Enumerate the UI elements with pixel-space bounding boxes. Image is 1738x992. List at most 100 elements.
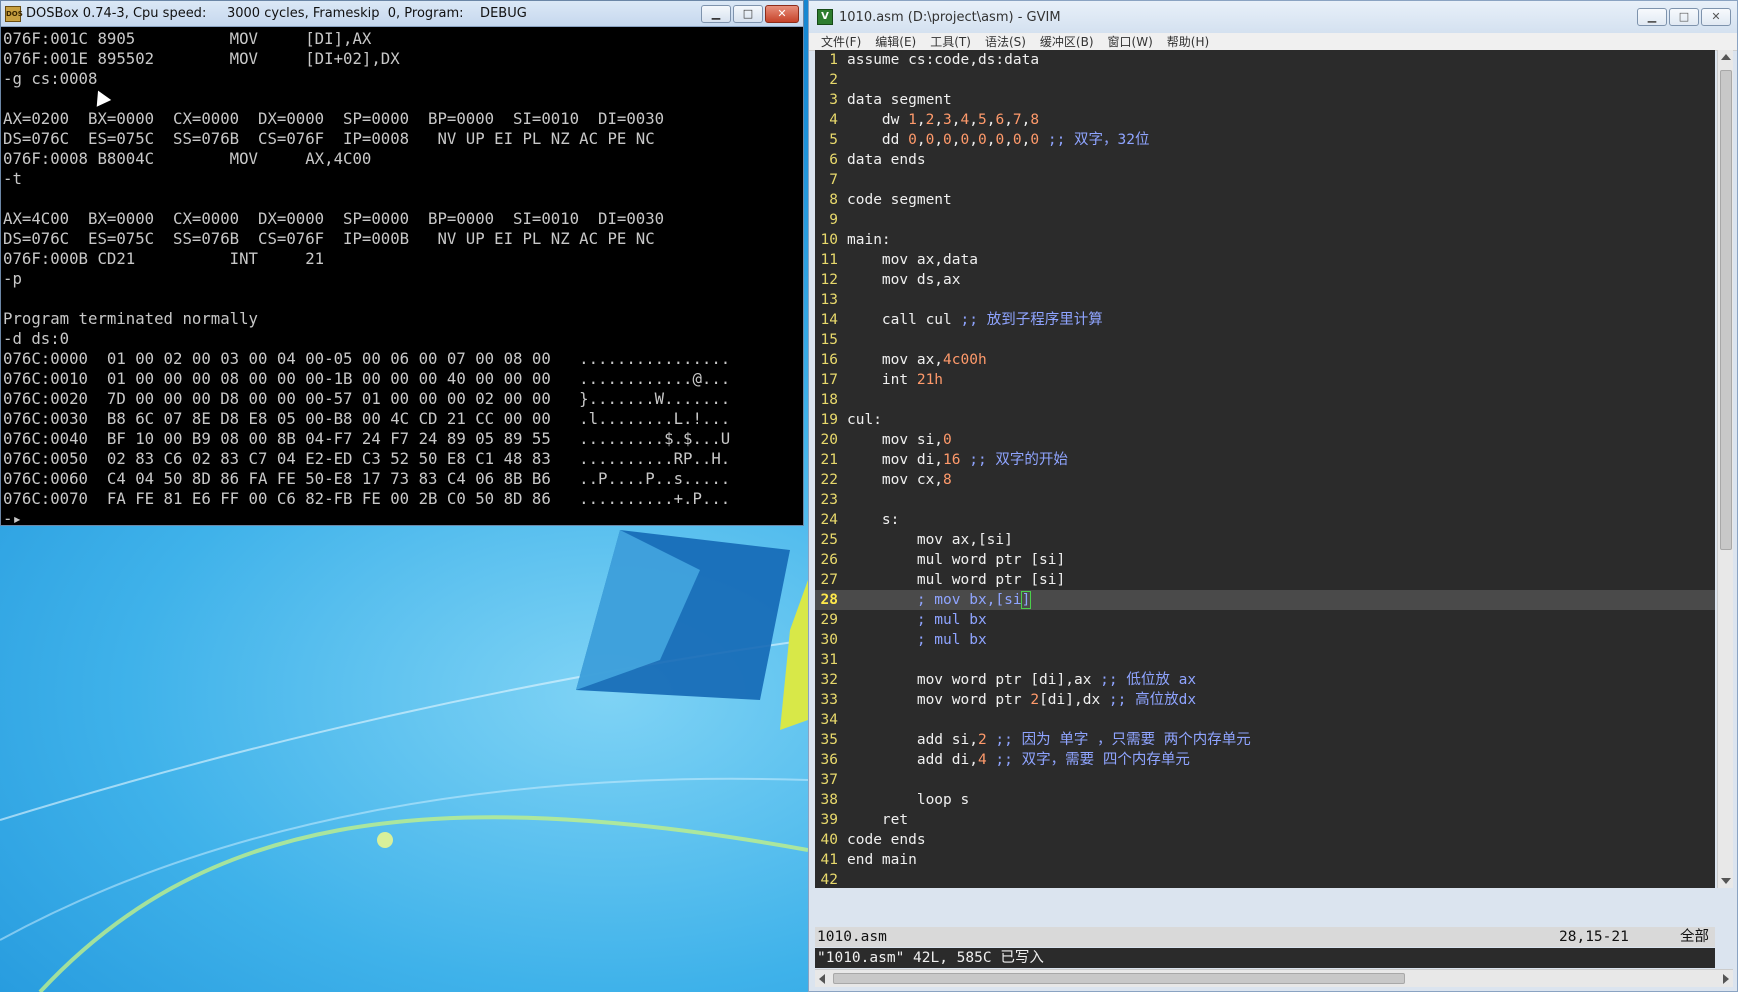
code-line[interactable]: 25 mov ax,[si] [815,530,1715,550]
code-token: 7 [1012,112,1022,128]
code-line[interactable]: 21 mov di,16 ;; 双字的开始 [815,450,1715,470]
code-text: ; mul bx [847,610,987,630]
code-editor[interactable]: 1 assume cs:code,ds:data 2 3 data segment 4 d… [815,50,1715,888]
code-line[interactable]: 1 assume cs:code,ds:data [815,50,1715,70]
code-line[interactable]: 39 ret [815,810,1715,830]
code-line[interactable]: 9 [815,210,1715,230]
code-line[interactable]: 38 loop s [815,790,1715,810]
code-line[interactable]: 37 [815,770,1715,790]
code-line[interactable]: 4 dw 1,2,3,4,5,6,7,8 [815,110,1715,130]
scroll-down-icon[interactable] [1721,878,1731,884]
code-line[interactable]: 15 [815,330,1715,350]
code-token: assume cs:code,ds:data [847,52,1040,68]
menu-item[interactable]: 窗口(W) [1108,33,1153,50]
close-button[interactable]: ✕ [765,5,799,23]
code-text: loop s [847,790,969,810]
code-token: 1 [908,112,917,128]
line-number: 25 [820,532,838,548]
code-line[interactable]: 36 add di,4 ;; 双字，需要 四个内存单元 [815,750,1715,770]
vertical-scrollbar[interactable] [1717,50,1733,888]
scroll-right-icon[interactable] [1723,974,1729,984]
code-line[interactable]: 13 [815,290,1715,310]
scroll-left-icon[interactable] [819,974,825,984]
code-line[interactable]: 18 [815,390,1715,410]
console-line: AX=4C00 BX=0000 CX=0000 DX=0000 SP=0000 … [3,209,665,228]
code-text: add di,4 ;; 双字，需要 四个内存单元 [847,750,1190,770]
code-line[interactable]: 28 ; mov bx,[si] [815,590,1715,610]
scrollbar-thumb[interactable] [1720,70,1732,550]
code-line[interactable]: 8 code segment [815,190,1715,210]
code-text: code segment [847,190,952,210]
menu-item[interactable]: 帮助(H) [1167,33,1209,50]
code-line[interactable]: 7 [815,170,1715,190]
code-line[interactable]: 42 [815,870,1715,888]
minimize-button[interactable]: ▁ [1637,8,1667,26]
menu-item[interactable]: 工具(T) [930,33,971,50]
line-number: 36 [820,752,838,768]
menu-item[interactable]: 语法(S) [985,33,1026,50]
line-number: 5 [829,132,838,148]
minimize-button[interactable]: ▁ [701,5,731,23]
line-number: 19 [820,412,838,428]
code-token: mov si, [847,432,944,448]
code-line[interactable]: 33 mov word ptr 2[di],dx ;; 高位放dx [815,690,1715,710]
code-token: 0 [995,132,1005,148]
code-token: main: [847,232,891,248]
code-line[interactable]: 11 mov ax,data [815,250,1715,270]
code-text: add si,2 ;; 因为 单字 ，只需要 两个内存单元 [847,730,1251,750]
code-line[interactable]: 27 mul word ptr [si] [815,570,1715,590]
dosbox-title-bar[interactable]: DOS DOSBox 0.74-3, Cpu speed: 3000 cycle… [1,1,803,27]
code-line[interactable]: 26 mul word ptr [si] [815,550,1715,570]
dosbox-console[interactable]: 076F:001C 8905 MOV [DI],AX 076F:001E 8955… [3,29,801,523]
code-token: 4 [977,752,987,768]
command-line[interactable]: "1010.asm" 42L, 585C 已写入 [815,948,1715,968]
code-line[interactable]: 17 int 21h [815,370,1715,390]
scrollbar-thumb[interactable] [833,973,1405,984]
code-line[interactable]: 3 data segment [815,90,1715,110]
code-line[interactable]: 5 dd 0,0,0,0,0,0,0,0 ;; 双字，32位 [815,130,1715,150]
line-number: 38 [820,792,838,808]
code-line[interactable]: 34 [815,710,1715,730]
code-line[interactable]: 32 mov word ptr [di],ax ;; 低位放 ax [815,670,1715,690]
dosbox-window[interactable]: DOS DOSBox 0.74-3, Cpu speed: 3000 cycle… [0,0,804,526]
code-line[interactable]: 23 [815,490,1715,510]
code-line[interactable]: 29 ; mul bx [815,610,1715,630]
horizontal-scrollbar[interactable] [815,969,1733,987]
line-number: 10 [820,232,838,248]
menu-item[interactable]: 缓冲区(B) [1040,33,1094,50]
code-line[interactable]: 24 s: [815,510,1715,530]
scroll-up-icon[interactable] [1721,54,1731,60]
code-line[interactable]: 35 add si,2 ;; 因为 单字 ，只需要 两个内存单元 [815,730,1715,750]
code-line[interactable]: 30 ; mul bx [815,630,1715,650]
code-line[interactable]: 31 [815,650,1715,670]
code-line[interactable]: 2 [815,70,1715,90]
code-line[interactable]: 6 data ends [815,150,1715,170]
code-line[interactable]: 12 mov ds,ax [815,270,1715,290]
line-number: 42 [820,872,838,888]
maximize-button[interactable]: □ [1669,8,1699,26]
code-line[interactable]: 19 cul: [815,410,1715,430]
code-line[interactable]: 40 code ends [815,830,1715,850]
code-line[interactable]: 20 mov si,0 [815,430,1715,450]
line-number: 4 [829,112,838,128]
code-token: ;; 双字，需要 四个内存单元 [986,752,1190,768]
line-number: 16 [820,352,838,368]
console-line: 076F:001E 895502 MOV [DI+02],DX [3,49,400,68]
line-number: 15 [820,332,838,348]
console-line: 076C:0040 BF 10 00 B9 08 00 8B 04-F7 24 … [3,429,731,448]
code-line[interactable]: 22 mov cx,8 [815,470,1715,490]
line-number: 14 [820,312,838,328]
code-line[interactable]: 41 end main [815,850,1715,870]
code-line[interactable]: 16 mov ax,4c00h [815,350,1715,370]
code-text: int 21h [847,370,943,390]
maximize-button[interactable]: □ [733,5,763,23]
code-line[interactable]: 14 call cul ;; 放到子程序里计算 [815,310,1715,330]
code-line[interactable]: 10 main: [815,230,1715,250]
code-text: assume cs:code,ds:data [847,50,1039,70]
gvim-title-bar[interactable]: V 1010.asm (D:\project\asm) - GVIM ▁ □ ✕ [809,1,1737,33]
gvim-window[interactable]: V 1010.asm (D:\project\asm) - GVIM ▁ □ ✕… [808,0,1738,992]
menu-item[interactable]: 文件(F) [821,33,861,50]
menu-item[interactable]: 编辑(E) [875,33,916,50]
close-button[interactable]: ✕ [1701,8,1731,26]
